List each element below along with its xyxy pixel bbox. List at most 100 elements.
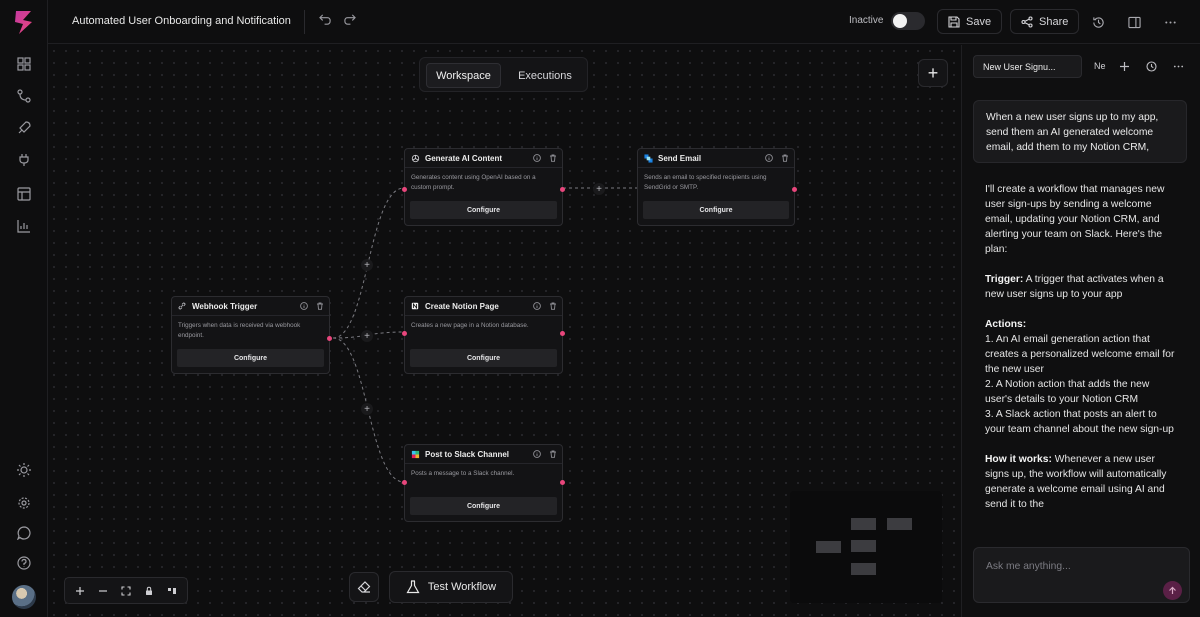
input-port[interactable] [402, 187, 407, 192]
test-workflow-button[interactable]: Test Workflow [389, 571, 513, 603]
more-icon[interactable] [1161, 13, 1179, 31]
fit-view-icon[interactable] [118, 583, 134, 599]
redo-icon[interactable] [343, 13, 361, 31]
edge-add-button[interactable]: + [361, 403, 373, 415]
share-label: Share [1039, 15, 1069, 28]
toggle-knob [893, 14, 907, 28]
info-icon[interactable] [299, 302, 308, 311]
node-post-to-slack[interactable]: Post to Slack Channel Posts a message to… [402, 444, 565, 522]
info-icon[interactable] [532, 450, 541, 459]
actions-label: Actions: [985, 319, 1027, 330]
output-port[interactable] [792, 187, 797, 192]
settings-icon[interactable] [14, 493, 34, 513]
layout-icon[interactable] [14, 184, 34, 204]
node-generate-ai-content[interactable]: Generate AI Content Generates content us… [402, 148, 565, 226]
sendgrid-icon [643, 153, 653, 163]
info-icon[interactable] [532, 154, 541, 163]
arrow-up-icon [1169, 586, 1176, 594]
node-title: Generate AI Content [425, 153, 503, 163]
zoom-in-icon[interactable] [72, 583, 88, 599]
more-icon[interactable] [1171, 59, 1185, 73]
node-header: Send Email [638, 149, 794, 168]
assistant-message: I'll create a workflow that manages new … [985, 182, 1177, 538]
configure-button[interactable]: Configure [410, 349, 557, 367]
chat-input[interactable]: Ask me anything... [973, 547, 1190, 603]
node-header: Post to Slack Channel [405, 445, 562, 464]
node-title: Send Email [658, 153, 702, 163]
left-rail [0, 0, 48, 617]
minimap-node [887, 518, 912, 530]
layout-nodes-icon[interactable] [164, 583, 180, 599]
action-item: 3. A Slack action that posts an alert to… [985, 409, 1174, 435]
dashboard-icon[interactable] [14, 54, 34, 74]
trash-icon[interactable] [315, 302, 324, 311]
chat-history-icon[interactable] [1144, 59, 1158, 73]
chart-icon[interactable] [14, 216, 34, 236]
clear-canvas-button[interactable] [349, 572, 379, 602]
output-port[interactable] [560, 480, 565, 485]
lock-icon[interactable] [141, 583, 157, 599]
workflow-canvas[interactable]: Workspace Executions + Webhook Trigger T… [48, 45, 961, 617]
undo-icon[interactable] [319, 13, 337, 31]
trash-icon[interactable] [548, 450, 557, 459]
openai-icon [410, 153, 420, 163]
trash-icon[interactable] [548, 154, 557, 163]
new-chat-icon[interactable] [1117, 59, 1131, 73]
app-logo[interactable] [11, 8, 37, 36]
tab-executions[interactable]: Executions [508, 63, 582, 88]
panel-toggle-icon[interactable] [1125, 13, 1143, 31]
share-icon [1021, 15, 1033, 28]
configure-button[interactable]: Configure [410, 497, 557, 515]
node-webhook-trigger[interactable]: Webhook Trigger Triggers when data is re… [171, 296, 332, 374]
edge-add-button[interactable]: + [593, 183, 605, 195]
top-bar: Automated User Onboarding and Notificati… [48, 0, 1200, 44]
rocket-icon[interactable] [14, 118, 34, 138]
divider [304, 10, 305, 34]
output-port[interactable] [560, 187, 565, 192]
avatar[interactable] [12, 585, 36, 609]
minimap[interactable] [790, 491, 942, 603]
save-button[interactable]: Save [937, 9, 1003, 34]
node-header: Webhook Trigger [172, 297, 329, 316]
output-port[interactable] [560, 331, 565, 336]
trash-icon[interactable] [548, 302, 557, 311]
plug-icon[interactable] [14, 150, 34, 170]
tab-workspace[interactable]: Workspace [426, 63, 501, 88]
node-create-notion-page[interactable]: Create Notion Page Creates a new page in… [402, 296, 565, 374]
send-button[interactable] [1163, 581, 1182, 600]
workflow-icon[interactable] [14, 86, 34, 106]
assistant-trigger: Trigger: A trigger that activates when a… [985, 272, 1177, 302]
edge-add-button[interactable]: + [361, 330, 373, 342]
input-port[interactable] [402, 480, 407, 485]
trigger-label: Trigger: [985, 274, 1024, 285]
trash-icon[interactable] [780, 154, 789, 163]
workflow-title[interactable]: Automated User Onboarding and Notificati… [72, 15, 291, 27]
share-button[interactable]: Share [1010, 9, 1080, 34]
activation-toggle[interactable] [891, 12, 925, 30]
assistant-panel: New User Signu... Ne When a new user sig… [961, 45, 1200, 617]
sun-icon[interactable] [14, 460, 34, 480]
node-header: Generate AI Content [405, 149, 562, 168]
info-icon[interactable] [532, 302, 541, 311]
help-icon[interactable] [14, 553, 34, 573]
minimap-node [851, 563, 876, 575]
configure-button[interactable]: Configure [643, 201, 789, 219]
zoom-controls [64, 577, 188, 604]
how-label: How it works: [985, 454, 1052, 465]
edge-add-button[interactable]: + [361, 259, 373, 271]
add-node-button[interactable]: + [918, 59, 948, 87]
chat-tab-secondary[interactable]: Ne [1094, 61, 1106, 71]
chat-tab-active[interactable]: New User Signu... [973, 55, 1082, 78]
input-port[interactable] [402, 331, 407, 336]
test-workflow-label: Test Workflow [427, 581, 497, 593]
output-port[interactable] [327, 336, 332, 341]
configure-button[interactable]: Configure [177, 349, 324, 367]
history-icon[interactable] [1089, 13, 1107, 31]
action-item: 2. A Notion action that adds the new use… [985, 379, 1150, 405]
chat-bubble-icon[interactable] [14, 523, 34, 543]
configure-button[interactable]: Configure [410, 201, 557, 219]
node-send-email[interactable]: Send Email Sends an email to specified r… [637, 148, 797, 226]
zoom-out-icon[interactable] [95, 583, 111, 599]
info-icon[interactable] [764, 154, 773, 163]
flask-icon [406, 580, 420, 594]
